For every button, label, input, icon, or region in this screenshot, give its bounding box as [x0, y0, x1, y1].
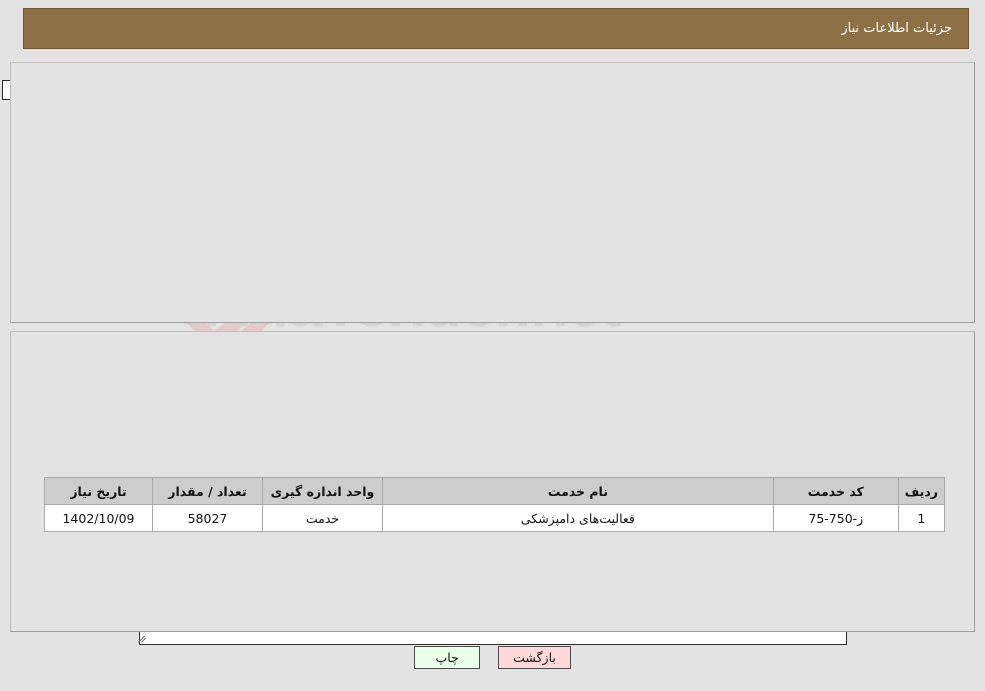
col-unit: واحد اندازه گیری	[262, 477, 383, 505]
cell-code: ز-750-75	[772, 504, 899, 532]
page-title: جزئیات اطلاعات نیاز	[23, 8, 969, 49]
page-root: AriaTender.net جزئیات اطلاعات نیاز شماره…	[0, 0, 985, 691]
table-header-row: ردیف کد خدمت نام خدمت واحد اندازه گیری ت…	[44, 477, 946, 505]
col-name: نام خدمت	[382, 477, 774, 505]
cell-name: فعالیت‌های دامپزشکی	[382, 504, 774, 532]
table-row[interactable]: 1 ز-750-75 فعالیت‌های دامپزشکی خدمت 5802…	[44, 504, 946, 532]
services-table: ردیف کد خدمت نام خدمت واحد اندازه گیری ت…	[44, 477, 946, 532]
back-button[interactable]: بازگشت	[498, 646, 571, 669]
cell-date: 1402/10/09	[44, 504, 153, 532]
col-code: کد خدمت	[772, 477, 899, 505]
print-button[interactable]: چاپ	[414, 646, 481, 669]
cell-unit: خدمت	[262, 504, 383, 532]
cell-row: 1	[897, 504, 946, 532]
col-row: ردیف	[897, 477, 946, 505]
action-button-bar: بازگشت چاپ	[0, 646, 985, 669]
col-date: تاریخ نیاز	[44, 477, 153, 505]
need-info-panel	[10, 62, 975, 323]
cell-quantity: 58027	[152, 504, 263, 532]
col-quantity: تعداد / مقدار	[152, 477, 263, 505]
